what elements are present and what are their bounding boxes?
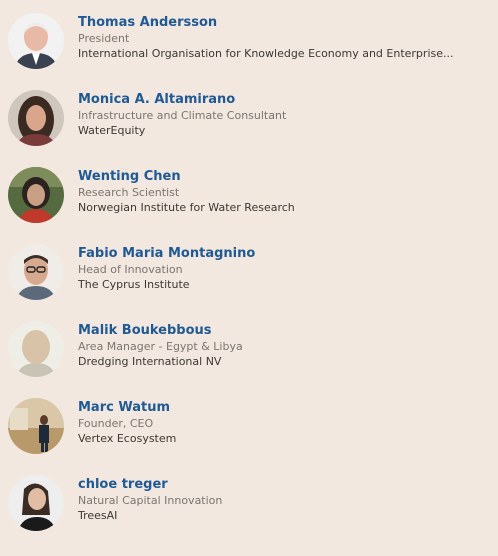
- person-role: President: [78, 32, 130, 45]
- person-card[interactable]: Fabio Maria Montagnino Head of Innovatio…: [0, 244, 498, 308]
- person-name[interactable]: Marc Watum: [78, 400, 490, 416]
- avatar[interactable]: [8, 321, 64, 377]
- person-card[interactable]: Marc Watum Founder, CEO Vertex Ecosystem: [0, 398, 498, 462]
- person-card[interactable]: chloe treger Natural Capital Innovation …: [0, 475, 498, 539]
- person-card[interactable]: Wenting Chen Research Scientist Norwegia…: [0, 167, 498, 231]
- avatar[interactable]: [8, 244, 64, 300]
- person-organisation: Norwegian Institute for Water Research: [78, 201, 295, 214]
- person-name[interactable]: Fabio Maria Montagnino: [78, 246, 490, 262]
- person-name[interactable]: Wenting Chen: [78, 169, 490, 185]
- avatar[interactable]: [8, 475, 64, 531]
- person-role: Natural Capital Innovation: [78, 494, 223, 507]
- person-organisation: Dredging International NV: [78, 355, 222, 368]
- person-organisation: Vertex Ecosystem: [78, 432, 177, 445]
- person-organisation: WaterEquity: [78, 124, 146, 137]
- person-organisation: International Organisation for Knowledge…: [78, 47, 454, 60]
- person-role: Head of Innovation: [78, 263, 183, 276]
- person-name[interactable]: Monica A. Altamirano: [78, 92, 490, 108]
- person-card[interactable]: Monica A. Altamirano Infrastructure and …: [0, 90, 498, 154]
- avatar[interactable]: [8, 90, 64, 146]
- person-name[interactable]: Malik Boukebbous: [78, 323, 490, 339]
- person-role: Founder, CEO: [78, 417, 154, 430]
- person-name[interactable]: chloe treger: [78, 477, 490, 493]
- person-card[interactable]: Malik Boukebbous Area Manager - Egypt & …: [0, 321, 498, 385]
- person-role: Infrastructure and Climate Consultant: [78, 109, 287, 122]
- person-role: Research Scientist: [78, 186, 180, 199]
- person-card[interactable]: Thomas Andersson President International…: [0, 13, 498, 77]
- avatar[interactable]: [8, 13, 64, 69]
- person-role: Area Manager - Egypt & Libya: [78, 340, 243, 353]
- person-name[interactable]: Thomas Andersson: [78, 15, 490, 31]
- person-organisation: TreesAI: [78, 509, 118, 522]
- avatar[interactable]: [8, 398, 64, 454]
- person-organisation: The Cyprus Institute: [78, 278, 190, 291]
- avatar[interactable]: [8, 167, 64, 223]
